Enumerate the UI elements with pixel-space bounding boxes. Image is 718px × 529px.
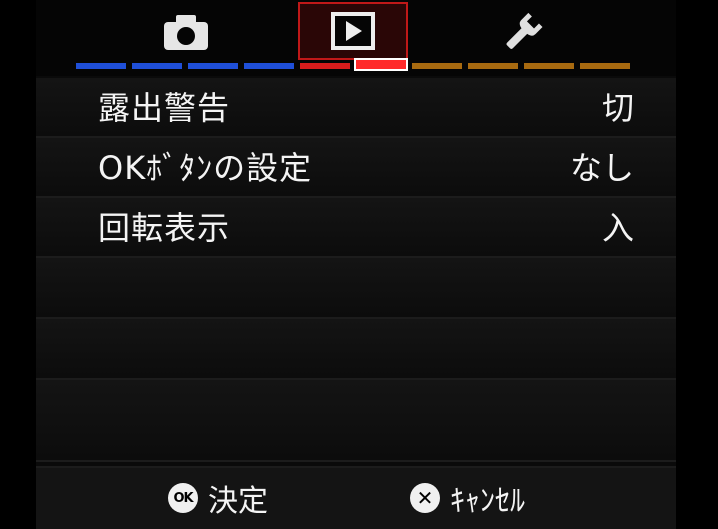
tab-indicator-segment [76, 63, 126, 69]
cancel-label: ｷｬﾝｾﾙ [450, 484, 525, 519]
tab-indicator-segment [468, 63, 518, 69]
tab-indicator-segment [244, 63, 294, 69]
menu-row-empty [36, 319, 676, 380]
menu-row-empty [36, 380, 676, 462]
button-guide: OK 決定 ✕ ｷｬﾝｾﾙ [36, 466, 676, 529]
tab-playback[interactable] [298, 2, 408, 60]
wrench-icon [506, 12, 543, 49]
tab-setup[interactable] [468, 4, 576, 60]
tab-indicator-segment [188, 63, 238, 69]
menu-row-value: 切 [601, 89, 634, 127]
tab-indicator-segment [300, 63, 350, 69]
ok-button-icon: OK [168, 483, 198, 513]
tab-shooting[interactable] [132, 4, 240, 60]
cancel-x-icon: ✕ [410, 483, 440, 513]
menu-row-label: 回転表示 [98, 209, 231, 247]
tab-indicator-segment [524, 63, 574, 69]
menu-row-label: OKﾎﾞﾀﾝの設定 [98, 149, 313, 187]
tab-indicator-segment [132, 63, 182, 69]
menu-list: 露出警告 切 OKﾎﾞﾀﾝの設定 なし 回転表示 入 [36, 78, 676, 462]
menu-row-empty [36, 258, 676, 319]
play-icon [331, 12, 375, 50]
ok-confirm-hint[interactable]: OK 決定 [168, 478, 268, 519]
camera-menu-screen: 露出警告 切 OKﾎﾞﾀﾝの設定 なし 回転表示 入 OK 決定 ✕ ｷｬﾝｾﾙ [36, 0, 676, 529]
menu-row-label: 露出警告 [98, 89, 231, 127]
menu-row-rotate-display[interactable]: 回転表示 入 [36, 198, 676, 258]
menu-tab-bar [36, 0, 676, 76]
tab-indicator-segment [580, 63, 630, 69]
camera-icon [164, 15, 208, 50]
active-tab-indicator-segment [356, 60, 406, 69]
confirm-label: 決定 [208, 484, 268, 519]
tab-indicator-segment [412, 63, 462, 69]
cancel-hint[interactable]: ✕ ｷｬﾝｾﾙ [410, 478, 525, 519]
menu-row-ok-button-setting[interactable]: OKﾎﾞﾀﾝの設定 なし [36, 138, 676, 198]
menu-row-value: なし [569, 149, 634, 187]
menu-row-exposure-warning[interactable]: 露出警告 切 [36, 78, 676, 138]
menu-row-value: 入 [601, 209, 634, 247]
